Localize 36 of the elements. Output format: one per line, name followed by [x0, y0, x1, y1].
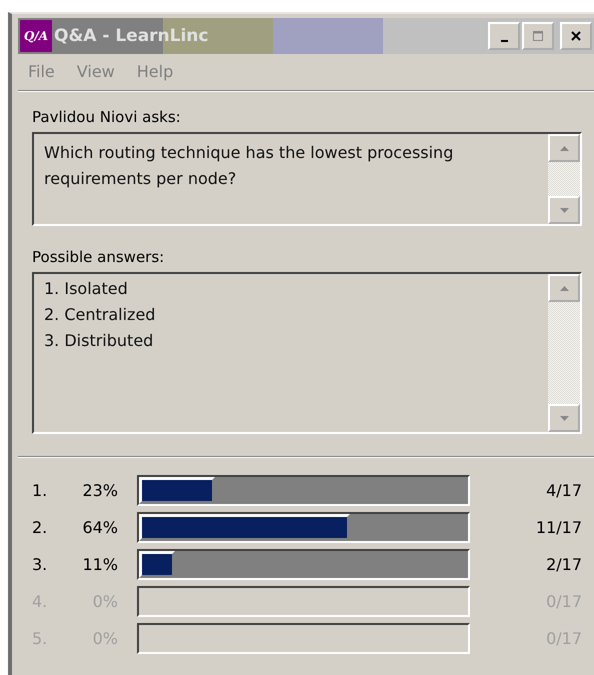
- answer-option: 3. Distributed: [44, 328, 538, 354]
- down-arrow-icon: [560, 416, 568, 420]
- menu-item[interactable]: Help: [136, 62, 174, 84]
- result-number: 2.: [32, 518, 48, 537]
- menu-item[interactable]: View: [76, 62, 115, 84]
- minimize-icon: [500, 40, 508, 42]
- close-button[interactable]: [560, 22, 592, 50]
- scrollbar[interactable]: [548, 134, 580, 224]
- scroll-down-button[interactable]: [548, 196, 580, 224]
- result-number: 3.: [32, 555, 48, 574]
- result-percent: 11%: [81, 555, 118, 574]
- answer-option: 1. Isolated: [44, 276, 538, 302]
- up-arrow-icon: [560, 146, 568, 150]
- scrollbar[interactable]: [548, 274, 580, 432]
- up-arrow-icon: [560, 286, 568, 290]
- question-label: Pavlidou Niovi asks:: [32, 108, 182, 128]
- result-number: 1.: [32, 481, 48, 500]
- app-logo-icon: Q/A: [20, 20, 52, 52]
- maximize-button[interactable]: [522, 22, 554, 50]
- minimize-button[interactable]: [488, 22, 520, 50]
- answers-label: Possible answers:: [32, 248, 166, 268]
- scroll-up-button[interactable]: [548, 134, 580, 162]
- result-percent: 64%: [81, 518, 118, 537]
- result-count: 2/17: [546, 555, 582, 574]
- result-count: 4/17: [546, 481, 582, 500]
- menu-item[interactable]: File: [28, 62, 55, 84]
- window-title: Q&A - LearnLinc: [54, 26, 208, 46]
- close-icon: [571, 31, 581, 41]
- answer-option: 2. Centralized: [44, 302, 538, 328]
- result-percent: 23%: [81, 481, 118, 500]
- scroll-up-button[interactable]: [548, 274, 580, 302]
- result-count: 11/17: [536, 518, 582, 537]
- question-text: Which routing technique has the lowest processing requirements per node?: [43, 142, 454, 190]
- down-arrow-icon: [560, 208, 568, 212]
- maximize-icon: [533, 31, 543, 41]
- scroll-down-button[interactable]: [548, 404, 580, 432]
